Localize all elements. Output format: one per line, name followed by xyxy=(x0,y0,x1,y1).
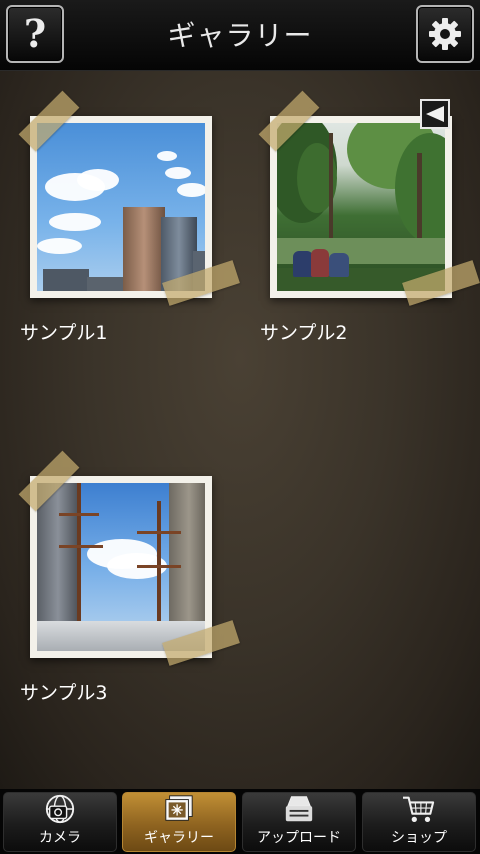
nav-label: アップロード xyxy=(257,830,341,846)
nav-item-gallery[interactable]: ギャラリー xyxy=(122,792,236,852)
nav-item-camera[interactable]: カメラ xyxy=(3,792,117,852)
settings-button[interactable] xyxy=(416,5,474,63)
camera-globe-icon xyxy=(45,794,75,824)
item-caption: サンプル3 xyxy=(20,682,108,704)
thumbnail-frame xyxy=(30,116,212,298)
gallery-icon xyxy=(165,795,193,821)
flag-icon xyxy=(426,106,444,122)
shopping-cart-icon xyxy=(403,796,435,822)
flag-button[interactable] xyxy=(420,99,450,129)
park-photo xyxy=(277,123,445,291)
city-skyline-photo xyxy=(37,123,205,291)
nav-item-shop[interactable]: ショップ xyxy=(362,792,476,852)
ship-masts-photo xyxy=(37,483,205,651)
gallery-item-sample1[interactable]: サンプル1 xyxy=(18,71,250,344)
nav-label: カメラ xyxy=(39,830,81,846)
item-caption: サンプル1 xyxy=(20,322,108,344)
upload-tray-icon xyxy=(285,796,313,822)
gallery-item-sample3[interactable]: サンプル3 xyxy=(18,431,250,704)
thumbnail-frame xyxy=(270,116,452,298)
page-title: ギャラリー xyxy=(167,19,313,52)
nav-label: ショップ xyxy=(391,830,447,846)
app-header: ? ギャラリー xyxy=(0,0,480,71)
nav-item-upload[interactable]: アップロード xyxy=(242,792,356,852)
thumbnail-frame xyxy=(30,476,212,658)
gear-icon xyxy=(429,18,461,50)
gallery-grid: サンプル1 サンプル2 サンプル3 xyxy=(0,71,480,789)
item-caption: サンプル2 xyxy=(260,322,348,344)
bottom-nav: カメラ ギャラリー アップロード ショップ xyxy=(0,789,480,854)
nav-label: ギャラリー xyxy=(144,830,214,846)
